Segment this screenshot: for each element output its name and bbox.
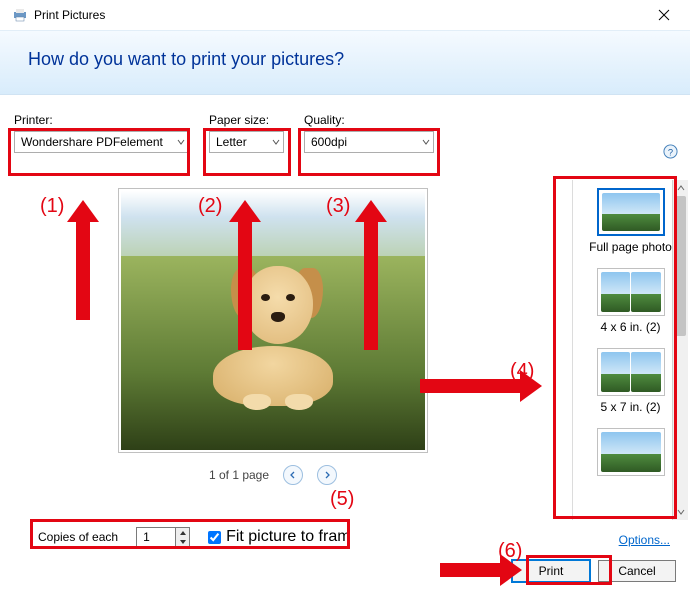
scroll-up-icon[interactable] [673, 180, 688, 196]
copies-label: Copies of each [38, 530, 118, 544]
quality-dropdown[interactable]: 600dpi [304, 131, 434, 153]
page-counter: 1 of 1 page [209, 468, 269, 482]
layout-option-4x6[interactable]: 4 x 6 in. (2) [573, 260, 688, 340]
layout-scrollbar[interactable] [672, 180, 688, 520]
next-page-button[interactable] [317, 465, 337, 485]
layout-list: Full page photo 4 x 6 in. (2) 5 x 7 in. … [572, 180, 688, 520]
cancel-button[interactable]: Cancel [598, 560, 676, 582]
titlebar: Print Pictures [0, 0, 690, 30]
layout-option-more[interactable] [573, 420, 688, 486]
layout-label: Full page photo [573, 240, 688, 254]
layout-option-5x7[interactable]: 5 x 7 in. (2) [573, 340, 688, 420]
layout-option-full-page[interactable]: Full page photo [573, 180, 688, 260]
printer-dropdown[interactable]: Wondershare PDFelement [14, 131, 189, 153]
print-button[interactable]: Print [512, 560, 590, 582]
header-band: How do you want to print your pictures? [0, 30, 690, 95]
copies-row: Copies of each Fit picture to fram [38, 527, 351, 547]
quality-value: 600dpi [311, 135, 347, 149]
printer-label: Printer: [14, 113, 189, 127]
fit-checkbox[interactable] [208, 531, 221, 544]
main-area: 1 of 1 page Full page photo 4 x 6 in. (2… [0, 178, 690, 523]
preview-panel: 1 of 1 page [118, 188, 428, 485]
chevron-down-icon [177, 135, 185, 149]
chevron-down-icon [272, 135, 280, 149]
print-preview [118, 188, 428, 453]
copies-input[interactable] [136, 527, 176, 547]
field-row: Printer: Wondershare PDFelement Paper si… [0, 95, 690, 153]
paper-value: Letter [216, 135, 247, 149]
copies-down-button[interactable] [176, 537, 189, 546]
quality-label: Quality: [304, 113, 434, 127]
paper-label: Paper size: [209, 113, 284, 127]
paper-dropdown[interactable]: Letter [209, 131, 284, 153]
button-row: Print Cancel [512, 557, 676, 585]
printer-icon [12, 7, 28, 23]
close-button[interactable] [644, 0, 684, 30]
scroll-down-icon[interactable] [673, 504, 688, 520]
svg-text:?: ? [668, 147, 673, 157]
chevron-down-icon [422, 135, 430, 149]
fit-label: Fit picture to fram [226, 528, 350, 546]
dialog-heading: How do you want to print your pictures? [28, 49, 662, 70]
window-title: Print Pictures [34, 8, 105, 22]
annotation-arrow-6 [440, 560, 520, 580]
copies-up-button[interactable] [176, 528, 189, 537]
fit-checkbox-wrapper[interactable]: Fit picture to fram [208, 528, 350, 546]
copies-spinner[interactable] [136, 527, 190, 547]
prev-page-button[interactable] [283, 465, 303, 485]
options-link[interactable]: Options... [619, 533, 670, 547]
layout-label: 5 x 7 in. (2) [573, 400, 688, 414]
help-icon[interactable]: ? [663, 144, 678, 159]
scroll-thumb[interactable] [675, 196, 686, 336]
layout-label: 4 x 6 in. (2) [573, 320, 688, 334]
printer-value: Wondershare PDFelement [21, 135, 163, 149]
